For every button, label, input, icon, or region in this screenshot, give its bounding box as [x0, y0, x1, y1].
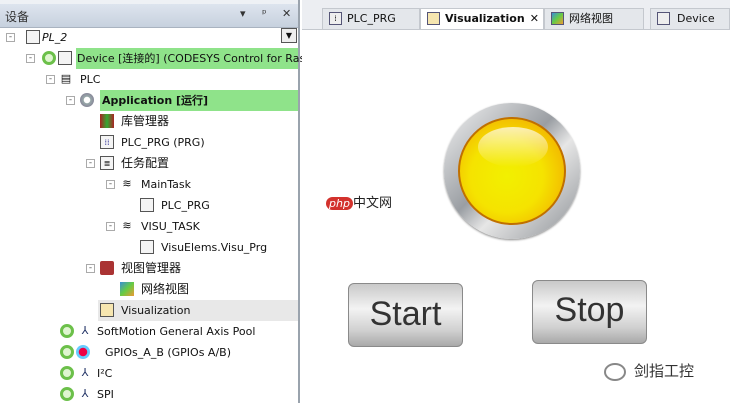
editor-tab-bar: ⁞ PLC_PRG Visualization ✕ 网络视图 Device [302, 0, 730, 30]
tree-label: SoftMotion General Axis Pool [97, 325, 256, 338]
tree-label: 库管理器 [121, 114, 170, 128]
wechat-watermark: 剑指工控 [604, 360, 694, 381]
status-running-icon [60, 345, 74, 359]
tree-label: PL_2 [42, 31, 68, 44]
gpio-icon [76, 345, 90, 359]
tree-item-gpios[interactable]: GPIOs_A_B (GPIOs A/B) [60, 342, 298, 363]
panel-title-bar: 设备 ▾ ᵖ ✕ [0, 0, 298, 28]
visualization-icon [427, 12, 440, 25]
collapse-icon[interactable]: - [86, 264, 95, 273]
tab-label: Device [677, 12, 715, 25]
task-icon: ≋ [122, 219, 132, 232]
library-icon [100, 114, 114, 128]
tree-label: Device [连接的] (CODESYS Control for Raspb [77, 52, 320, 65]
tree-label: VisuElems.Visu_Prg [161, 241, 268, 254]
visu-manager-icon [100, 261, 114, 275]
tree-item-i2c[interactable]: ⅄ I²C [60, 363, 298, 384]
tab-visualization[interactable]: Visualization ✕ [420, 8, 544, 29]
tree-item-maintask[interactable]: - ≋ MainTask [106, 174, 296, 195]
wechat-icon [604, 362, 626, 381]
status-running-icon [60, 387, 74, 401]
tree-label: GPIOs_A_B (GPIOs A/B) [105, 346, 232, 359]
devices-panel: 设备 ▾ ᵖ ✕ ▼ - PL_2 Device [连接的] (CODESYS … [0, 0, 319, 405]
device-icon [58, 51, 72, 65]
task-config-icon: ≣ [100, 156, 114, 170]
collapse-icon[interactable]: - [106, 222, 115, 231]
program-icon: ⁞⁞ [100, 135, 114, 149]
tab-label: 网络视图 [569, 12, 613, 25]
tree-item-visualization[interactable]: Visualization [98, 300, 298, 321]
tree-item-visu-manager[interactable]: - 视图管理器 [86, 258, 286, 279]
tree-label: 网络视图 [141, 282, 190, 296]
collapse-icon[interactable]: - [86, 159, 95, 168]
visualization-icon [100, 303, 114, 317]
tree-item-plc-prg-call[interactable]: PLC_PRG [140, 195, 290, 216]
php-watermark: php 中文网 [326, 192, 392, 211]
tree-item-softmotion[interactable]: ⅄ SoftMotion General Axis Pool [60, 321, 298, 342]
status-running-icon [42, 51, 56, 65]
php-logo: php [326, 197, 353, 210]
collapse-icon[interactable]: - [6, 33, 15, 42]
tree-label: Visualization [121, 304, 191, 317]
tree-label: PLC_PRG (PRG) [121, 136, 205, 149]
tree-item-network-view[interactable]: 网络视图 [120, 279, 290, 300]
status-running-icon [60, 324, 74, 338]
tree-label: MainTask [141, 178, 191, 191]
panel-menu-button[interactable]: ▾ [240, 7, 246, 20]
start-button[interactable]: Start [348, 283, 463, 347]
tree-label: Application [运行] [102, 94, 209, 107]
axis-icon: ⅄ [81, 387, 89, 400]
tree-label: 任务配置 [121, 156, 170, 170]
tree-item-device[interactable]: Device [连接的] (CODESYS Control for Raspb [76, 48, 319, 69]
tab-network-view[interactable]: 网络视图 [544, 8, 644, 29]
task-icon: ≋ [122, 177, 132, 190]
tree-item-plc[interactable]: - ▤ PLC [46, 69, 246, 90]
collapse-icon[interactable]: - [106, 180, 115, 189]
pin-button[interactable]: ᵖ [262, 7, 267, 20]
tree-item-plc-prg[interactable]: ⁞⁞ PLC_PRG (PRG) [98, 132, 298, 153]
tree-label: PLC [80, 73, 101, 86]
tree-item-spi[interactable]: ⅄ SPI [60, 384, 298, 405]
panel-title: 设备 [5, 10, 30, 24]
php-watermark-text: 中文网 [352, 196, 392, 211]
tab-label: Visualization [445, 12, 525, 25]
program-icon: ⁞ [329, 12, 342, 25]
wechat-watermark-text: 剑指工控 [634, 362, 695, 380]
tab-device[interactable]: Device [650, 8, 730, 29]
plc-icon: ▤ [60, 72, 72, 85]
status-running-icon [60, 366, 74, 380]
stop-button[interactable]: Stop [532, 280, 647, 344]
application-gear-icon [80, 93, 94, 107]
tree-label: I²C [97, 367, 113, 380]
tree-item-visuelems[interactable]: VisuElems.Visu_Prg [140, 237, 290, 258]
tree-item-application[interactable]: Application [运行] [100, 90, 298, 111]
axis-icon: ⅄ [81, 366, 89, 379]
tree-item-project[interactable]: - PL_2 [0, 27, 280, 48]
tree-label: PLC_PRG [161, 199, 210, 212]
tree-item-library-manager[interactable]: 库管理器 [98, 111, 298, 132]
tab-plc-prg[interactable]: ⁞ PLC_PRG [322, 8, 420, 29]
dropdown-button[interactable]: ▼ [281, 28, 297, 43]
network-view-icon [551, 12, 564, 25]
collapse-icon[interactable]: - [26, 54, 35, 63]
device-icon [657, 12, 670, 25]
close-panel-button[interactable]: ✕ [282, 7, 291, 20]
collapse-icon[interactable]: - [66, 96, 75, 105]
tree-item-task-config[interactable]: - ≣ 任务配置 [86, 153, 286, 174]
program-call-icon [140, 240, 154, 254]
project-icon [26, 30, 40, 44]
tree-item-visu-task[interactable]: - ≋ VISU_TASK [106, 216, 296, 237]
axis-icon: ⅄ [81, 324, 89, 337]
indicator-lamp [444, 103, 580, 239]
tree-label: VISU_TASK [141, 220, 200, 233]
program-call-icon [140, 198, 154, 212]
collapse-icon[interactable]: - [46, 75, 55, 84]
close-tab-icon[interactable]: ✕ [530, 9, 539, 29]
tree-label: SPI [97, 388, 114, 401]
network-view-icon [120, 282, 134, 296]
tab-label: PLC_PRG [347, 12, 396, 25]
tree-label: 视图管理器 [121, 261, 182, 275]
